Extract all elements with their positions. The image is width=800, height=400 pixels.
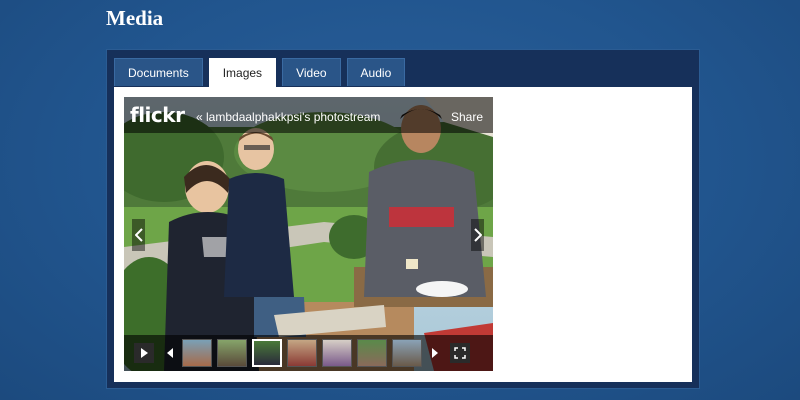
thumbnail[interactable] [287,339,317,367]
thumbnails-prev-button[interactable] [164,343,176,363]
share-button[interactable]: Share [451,110,483,124]
next-photo-button[interactable] [471,219,484,251]
thumbnail[interactable] [182,339,212,367]
small-chevron-left-icon [167,348,173,358]
slideshow-header: flickr « lambdaalphakkpsi's photostream … [124,97,493,133]
thumbnail[interactable] [392,339,422,367]
chevron-right-icon [473,228,482,242]
photostream-link[interactable]: « lambdaalphakkpsi's photostream [196,110,380,124]
page-title: Media [106,6,164,30]
thumbnail[interactable] [322,339,352,367]
play-icon [141,348,148,358]
fullscreen-icon [454,347,466,359]
tab-images[interactable]: Images [208,58,277,87]
tab-documents[interactable]: Documents [114,58,203,86]
thumbnails-next-button[interactable] [429,343,441,363]
tab-video[interactable]: Video [282,58,341,86]
play-button[interactable] [134,343,154,363]
fullscreen-button[interactable] [450,343,470,363]
flickr-slideshow[interactable]: flickr « lambdaalphakkpsi's photostream … [124,97,493,371]
flickr-logo[interactable]: flickr [130,103,185,127]
media-panel: Documents Images Video Audio flickr « la… [106,49,700,389]
tab-audio[interactable]: Audio [346,58,406,86]
small-chevron-right-icon [432,348,438,358]
chevron-left-icon [134,228,143,242]
thumbnail[interactable] [217,339,247,367]
slideshow-photo [124,97,493,371]
previous-photo-button[interactable] [132,219,145,251]
tab-content: flickr « lambdaalphakkpsi's photostream … [114,87,692,382]
thumbnail-strip [124,335,493,371]
thumbnail-selected[interactable] [252,339,282,367]
thumbnail[interactable] [357,339,387,367]
tab-bar: Documents Images Video Audio [114,58,411,87]
